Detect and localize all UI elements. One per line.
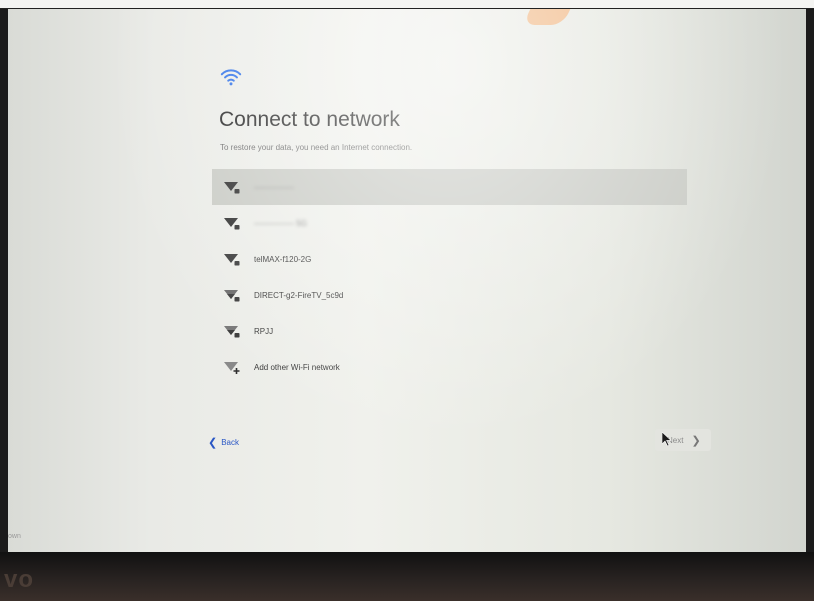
page-title: Connect to network <box>219 108 400 131</box>
network-label: DIRECT-g2-FireTV_5c9d <box>254 290 344 300</box>
network-label: ————— <box>254 182 294 192</box>
network-item-1[interactable]: ————— <box>212 169 687 205</box>
wifi-lock-icon <box>224 326 240 338</box>
network-item-4[interactable]: DIRECT-g2-FireTV_5c9d <box>212 277 687 313</box>
wifi-add-icon <box>224 362 240 374</box>
network-label: RPJJ <box>254 326 274 336</box>
top-edge <box>0 0 814 9</box>
network-label: telMAX-f120-2G <box>254 254 312 264</box>
chevron-left-icon: ❮ <box>208 436 218 449</box>
network-list: ————— ————— 5G telMAX-f120-2G DIRECT-g2-… <box>212 169 687 385</box>
brand-logo: vo <box>4 566 35 593</box>
chevron-right-icon: ❯ <box>691 434 701 447</box>
laptop-bezel <box>0 552 814 601</box>
wifi-lock-icon <box>224 182 240 194</box>
network-item-3[interactable]: telMAX-f120-2G <box>212 241 687 277</box>
wifi-lock-icon <box>224 290 240 302</box>
light-glare <box>522 9 574 25</box>
add-network-item[interactable]: Add other Wi-Fi network <box>212 349 687 385</box>
shutdown-label[interactable]: own <box>8 533 21 540</box>
page-subtitle: To restore your data, you need an Intern… <box>220 143 413 152</box>
wifi-lock-icon <box>224 218 240 230</box>
back-button-label: Back <box>221 437 240 447</box>
wifi-lock-icon <box>224 254 240 266</box>
network-item-5[interactable]: RPJJ <box>212 313 687 349</box>
network-item-2[interactable]: ————— 5G <box>212 205 687 241</box>
network-label: ————— 5G <box>254 218 307 228</box>
mouse-cursor-icon <box>662 432 672 446</box>
add-network-label: Add other Wi-Fi network <box>254 362 340 372</box>
chromeos-setup-screen: Connect to network To restore your data,… <box>8 9 806 552</box>
wifi-icon <box>220 69 242 86</box>
back-button[interactable]: ❮ Back <box>203 433 251 451</box>
